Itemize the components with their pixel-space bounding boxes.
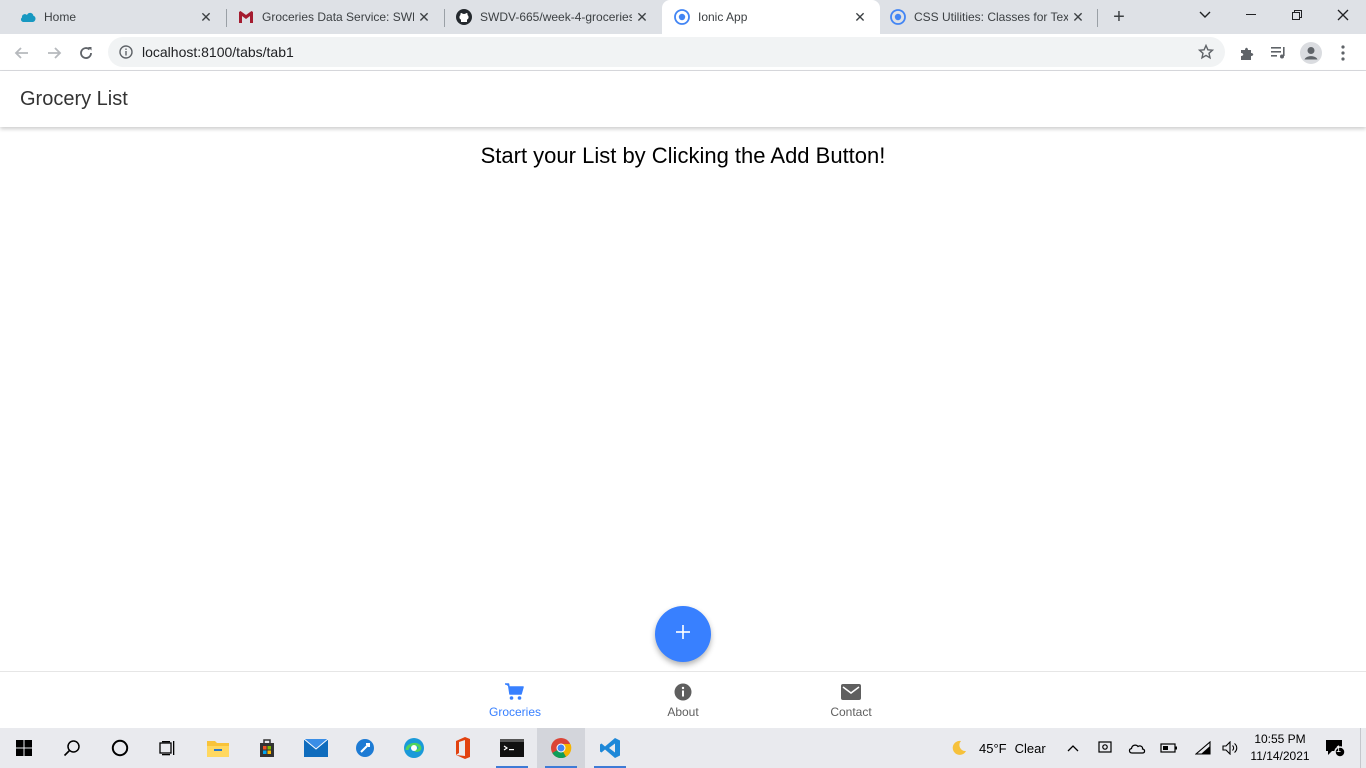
- onedrive-cloud-icon[interactable]: [1126, 728, 1148, 768]
- weather-temperature: 45°F: [979, 740, 1007, 756]
- gmail-icon: [238, 9, 254, 25]
- back-button[interactable]: [8, 39, 36, 67]
- cart-icon: [504, 682, 526, 702]
- show-desktop-button[interactable]: [1360, 728, 1366, 768]
- start-windows-icon[interactable]: [0, 728, 48, 768]
- info-icon: [672, 682, 694, 702]
- browser-tab-github[interactable]: SWDV-665/week-4-groceries ✕: [436, 0, 662, 34]
- close-window-button[interactable]: [1320, 0, 1366, 30]
- cortana-icon[interactable]: [96, 728, 144, 768]
- close-tab-icon[interactable]: ✕: [632, 7, 652, 27]
- close-tab-icon[interactable]: ✕: [196, 7, 216, 27]
- new-tab-button[interactable]: +: [1107, 5, 1131, 29]
- mail-app-icon[interactable]: [292, 728, 340, 768]
- browser-tab-css-utilities[interactable]: CSS Utilities: Classes for Text ✕: [880, 0, 1098, 34]
- browser-tab-gmail[interactable]: Groceries Data Service: SWDV ✕: [218, 0, 444, 34]
- windows-taskbar: 45°F Clear 10:55 PM 11/14/2021 1: [0, 728, 1366, 768]
- show-hidden-icons-chevron-icon[interactable]: [1064, 728, 1082, 768]
- battery-icon[interactable]: [1158, 728, 1180, 768]
- reload-button[interactable]: [72, 39, 100, 67]
- weather-condition: Clear: [1014, 740, 1046, 756]
- add-item-button[interactable]: [655, 606, 711, 662]
- mail-icon: [840, 682, 862, 702]
- clock-time: 10:55 PM: [1254, 732, 1306, 746]
- media-queue-icon[interactable]: [1265, 39, 1293, 67]
- office-icon[interactable]: [439, 728, 487, 768]
- system-clock[interactable]: 10:55 PM 11/14/2021: [1244, 731, 1316, 765]
- address-bar[interactable]: localhost:8100/tabs/tab1: [108, 37, 1225, 67]
- ionic-icon: [674, 9, 690, 25]
- quick-assist-icon[interactable]: [341, 728, 389, 768]
- browser-toolbar: localhost:8100/tabs/tab1: [0, 34, 1366, 71]
- edge-browser-icon[interactable]: [390, 728, 438, 768]
- file-explorer-icon[interactable]: [194, 728, 242, 768]
- browser-tab-ionic-app[interactable]: Ionic App ✕: [662, 0, 880, 34]
- restore-button[interactable]: [1274, 0, 1320, 30]
- browser-tab-home[interactable]: Home ✕: [0, 0, 226, 34]
- moon-icon: [948, 740, 970, 756]
- salesforce-cloud-icon: [20, 9, 36, 25]
- browser-menu-icon[interactable]: [1329, 39, 1357, 67]
- ionic-app: Grocery List Start your List by Clicking…: [0, 71, 1366, 728]
- notification-center-icon[interactable]: 1: [1322, 728, 1348, 768]
- close-tab-icon[interactable]: ✕: [1068, 7, 1088, 27]
- task-view-icon[interactable]: [144, 728, 192, 768]
- app-header: Grocery List: [0, 71, 1366, 127]
- close-tab-icon[interactable]: ✕: [414, 7, 434, 27]
- plus-icon: [675, 624, 691, 645]
- app-tab-bar: Groceries About Contact: [0, 671, 1366, 728]
- weather-widget[interactable]: 45°F Clear: [948, 728, 1046, 768]
- volume-icon[interactable]: [1220, 728, 1242, 768]
- vscode-icon[interactable]: [586, 728, 634, 768]
- extensions-puzzle-icon[interactable]: [1233, 39, 1261, 67]
- clock-date: 11/14/2021: [1250, 749, 1310, 763]
- chrome-icon[interactable]: [537, 728, 585, 768]
- tab-groceries[interactable]: Groceries: [455, 672, 575, 728]
- empty-list-message: Start your List by Clicking the Add Butt…: [480, 143, 886, 168]
- tab-about[interactable]: About: [623, 672, 743, 728]
- close-tab-icon[interactable]: ✕: [850, 7, 870, 27]
- search-icon[interactable]: [48, 728, 96, 768]
- tab-search-icon[interactable]: [1182, 0, 1228, 30]
- terminal-icon[interactable]: [488, 728, 536, 768]
- notification-count: 1: [1336, 744, 1342, 754]
- page-title: Grocery List: [20, 87, 128, 110]
- browser-chrome: Home ✕ Groceries Data Service: SWDV ✕ SW…: [0, 0, 1366, 71]
- profile-avatar-icon[interactable]: [1297, 39, 1325, 67]
- tab-separator: [1097, 9, 1098, 27]
- github-icon: [456, 9, 472, 25]
- bookmark-star-icon[interactable]: [1197, 43, 1215, 61]
- microsoft-store-icon[interactable]: [243, 728, 291, 768]
- meet-now-icon[interactable]: [1096, 728, 1114, 768]
- ionic-icon: [890, 9, 906, 25]
- info-icon[interactable]: [118, 44, 134, 60]
- minimize-button[interactable]: [1228, 0, 1274, 30]
- url-text[interactable]: localhost:8100/tabs/tab1: [142, 44, 1197, 60]
- forward-button[interactable]: [40, 39, 68, 67]
- tab-strip: Home ✕ Groceries Data Service: SWDV ✕ SW…: [0, 0, 1366, 34]
- tab-contact[interactable]: Contact: [791, 672, 911, 728]
- wifi-icon[interactable]: [1192, 728, 1214, 768]
